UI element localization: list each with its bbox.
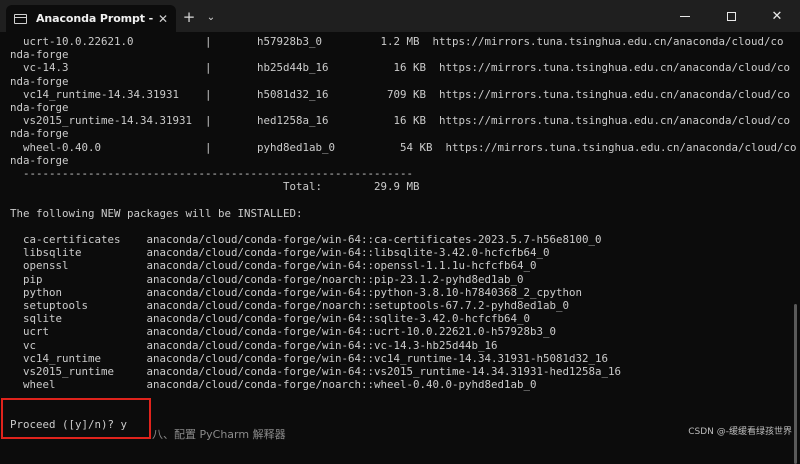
- terminal-line: The following NEW packages will be INSTA…: [10, 206, 303, 220]
- new-tab-button[interactable]: +: [176, 2, 202, 32]
- close-button[interactable]: ✕: [754, 0, 800, 32]
- terminal-line: ----------------------------------------…: [10, 167, 414, 180]
- terminal-line: ucrt-10.0.22621.0 | h57928b3_0 1.2 MB ht…: [10, 35, 784, 48]
- maximize-icon: [726, 11, 736, 21]
- prompt-highlight-box: [1, 398, 151, 439]
- scrollbar[interactable]: [794, 304, 797, 464]
- terminal-line: wheel anaconda/cloud/conda-forge/noarch:…: [10, 378, 537, 392]
- maximize-button[interactable]: [708, 0, 754, 32]
- terminal-line: nda-forge: [10, 153, 69, 167]
- title-bar: Anaconda Prompt - conda cr ✕ + ⌄ ✕: [0, 0, 800, 32]
- terminal-line: Total: 29.9 MB: [10, 180, 420, 194]
- terminal-tab[interactable]: Anaconda Prompt - conda cr ✕: [6, 5, 176, 32]
- terminal-line: pip anaconda/cloud/conda-forge/noarch::p…: [10, 272, 524, 286]
- terminal-line: nda-forge: [10, 48, 69, 62]
- watermark: CSDN @-缓缓看绿孩世界: [688, 427, 792, 437]
- terminal-line: setuptools anaconda/cloud/conda-forge/no…: [10, 299, 570, 312]
- terminal-line: vc anaconda/cloud/conda-forge/win-64::vc…: [10, 338, 498, 352]
- terminal-line: openssl anaconda/cloud/conda-forge/win-6…: [10, 259, 537, 273]
- minimize-icon: [680, 15, 690, 17]
- terminal-line: vc-14.3 | hb25d44b_16 16 KB https://mirr…: [10, 61, 791, 75]
- terminal-line: python anaconda/cloud/conda-forge/win-64…: [10, 285, 583, 299]
- tab-dropdown-button[interactable]: ⌄: [202, 2, 220, 32]
- article-heading-fragment: 八、配置 PyCharm 解释器: [152, 428, 286, 441]
- terminal-line: vc14_runtime anaconda/cloud/conda-forge/…: [10, 351, 609, 365]
- terminal-output[interactable]: ucrt-10.0.22621.0 | h57928b3_0 1.2 MB ht…: [0, 32, 800, 464]
- minimize-button[interactable]: [662, 0, 708, 32]
- terminal-line: ca-certificates anaconda/cloud/conda-for…: [10, 233, 602, 246]
- terminal-line: nda-forge: [10, 101, 69, 114]
- terminal-line: ucrt anaconda/cloud/conda-forge/win-64::…: [10, 325, 557, 339]
- window-controls: ✕: [662, 0, 800, 32]
- tab-title: Anaconda Prompt - conda cr: [36, 12, 154, 25]
- terminal-line: nda-forge: [10, 127, 69, 141]
- close-icon: ✕: [771, 8, 783, 24]
- terminal-line: vs2015_runtime-14.34.31931 | hed1258a_16…: [10, 114, 791, 128]
- terminal-icon: [14, 13, 27, 24]
- tab-close-icon[interactable]: ✕: [158, 12, 168, 26]
- terminal-line: vc14_runtime-14.34.31931 | h5081d32_16 7…: [10, 87, 791, 101]
- terminal-line: wheel-0.40.0 | pyhd8ed1ab_0 54 KB https:…: [10, 140, 797, 154]
- terminal-line: vs2015_runtime anaconda/cloud/conda-forg…: [10, 365, 622, 378]
- terminal-line: sqlite anaconda/cloud/conda-forge/win-64…: [10, 312, 531, 326]
- terminal-line: nda-forge: [10, 74, 69, 88]
- terminal-line: libsqlite anaconda/cloud/conda-forge/win…: [10, 246, 550, 260]
